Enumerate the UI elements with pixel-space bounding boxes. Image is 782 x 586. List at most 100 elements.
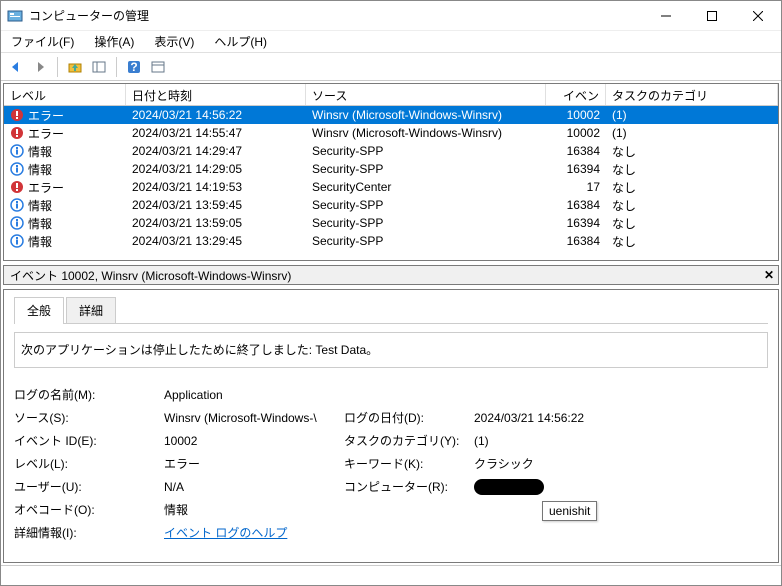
window-title: コンピューターの管理 bbox=[29, 7, 643, 24]
minimize-button[interactable] bbox=[643, 1, 689, 31]
toolbar-separator bbox=[116, 57, 117, 77]
tab-general[interactable]: 全般 bbox=[14, 297, 64, 324]
label-keywords: キーワード(K): bbox=[344, 455, 474, 472]
toolbar-separator bbox=[57, 57, 58, 77]
source-cell: Security-SPP bbox=[306, 234, 546, 248]
id-cell: 10002 bbox=[546, 108, 606, 122]
grid-body[interactable]: エラー 2024/03/21 14:56:22Winsrv (Microsoft-… bbox=[4, 106, 778, 260]
value-keywords: クラシック bbox=[474, 455, 644, 472]
level-text: 情報 bbox=[28, 215, 52, 232]
category-cell: なし bbox=[606, 233, 778, 250]
date-cell: 2024/03/21 14:56:22 bbox=[126, 108, 306, 122]
up-folder-icon[interactable] bbox=[66, 58, 84, 76]
titlebar: コンピューターの管理 bbox=[1, 1, 781, 31]
header-id[interactable]: イベント ID bbox=[546, 84, 606, 105]
id-cell: 16394 bbox=[546, 216, 606, 230]
category-cell: なし bbox=[606, 215, 778, 232]
menu-view[interactable]: 表示(V) bbox=[150, 31, 198, 52]
error-icon bbox=[10, 108, 24, 122]
error-icon bbox=[10, 180, 24, 194]
info-icon bbox=[10, 216, 24, 230]
value-computer bbox=[474, 479, 644, 495]
source-cell: Security-SPP bbox=[306, 216, 546, 230]
info-icon bbox=[10, 234, 24, 248]
level-text: エラー bbox=[28, 107, 64, 124]
value-eventid: 10002 bbox=[164, 434, 344, 448]
close-button[interactable] bbox=[735, 1, 781, 31]
category-cell: なし bbox=[606, 179, 778, 196]
table-row[interactable]: 情報2024/03/21 13:59:45Security-SPP16384なし bbox=[4, 196, 778, 214]
table-row[interactable]: エラー2024/03/21 14:19:53SecurityCenter17なし bbox=[4, 178, 778, 196]
info-icon bbox=[10, 198, 24, 212]
table-row[interactable]: 情報 2024/03/21 14:29:05Security-SPP16394なし bbox=[4, 160, 778, 178]
value-logname: Application bbox=[164, 388, 644, 402]
level-text: 情報 bbox=[28, 197, 52, 214]
source-cell: Winsrv (Microsoft-Windows-Winsrv) bbox=[306, 108, 546, 122]
error-icon bbox=[10, 126, 24, 140]
help-icon[interactable]: ? bbox=[125, 58, 143, 76]
info-icon bbox=[10, 162, 24, 176]
menubar: ファイル(F) 操作(A) 表示(V) ヘルプ(H) bbox=[1, 31, 781, 53]
back-icon[interactable] bbox=[7, 58, 25, 76]
value-date: 2024/03/21 14:56:22 bbox=[474, 411, 644, 425]
menu-help[interactable]: ヘルプ(H) bbox=[210, 31, 271, 52]
app-icon bbox=[7, 8, 23, 24]
table-row[interactable]: エラー2024/03/21 14:55:47Winsrv (Microsoft-… bbox=[4, 124, 778, 142]
level-text: 情報 bbox=[28, 143, 52, 160]
table-row[interactable]: 情報 2024/03/21 13:29:45Security-SPP16384なし bbox=[4, 232, 778, 250]
date-cell: 2024/03/21 14:19:53 bbox=[126, 180, 306, 194]
table-row[interactable]: 情報 2024/03/21 14:29:47Security-SPP16384なし bbox=[4, 142, 778, 160]
id-cell: 10002 bbox=[546, 126, 606, 140]
content-area: レベル 日付と時刻 ソース イベント ID タスクのカテゴリ エラー 2024/0… bbox=[1, 81, 781, 565]
event-log-help-link[interactable]: イベント ログのヘルプ bbox=[164, 526, 287, 540]
show-hide-tree-icon[interactable] bbox=[90, 58, 108, 76]
level-text: 情報 bbox=[28, 161, 52, 178]
header-level[interactable]: レベル bbox=[4, 84, 126, 105]
info-icon bbox=[10, 144, 24, 158]
header-source[interactable]: ソース bbox=[306, 84, 546, 105]
menu-file[interactable]: ファイル(F) bbox=[7, 31, 78, 52]
header-category[interactable]: タスクのカテゴリ bbox=[606, 84, 778, 105]
category-cell: なし bbox=[606, 143, 778, 160]
id-cell: 16384 bbox=[546, 198, 606, 212]
label-moreinfo: 詳細情報(I): bbox=[14, 524, 164, 541]
detail-header-bar: イベント 10002, Winsrv (Microsoft-Windows-Wi… bbox=[3, 265, 779, 285]
date-cell: 2024/03/21 13:29:45 bbox=[126, 234, 306, 248]
date-cell: 2024/03/21 14:29:47 bbox=[126, 144, 306, 158]
value-source: Winsrv (Microsoft-Windows-\ bbox=[164, 411, 344, 425]
table-row[interactable]: 情報2024/03/21 13:59:05Security-SPP16394なし bbox=[4, 214, 778, 232]
value-taskcat: (1) bbox=[474, 434, 644, 448]
level-text: エラー bbox=[28, 125, 64, 142]
source-cell: Security-SPP bbox=[306, 162, 546, 176]
source-cell: Security-SPP bbox=[306, 144, 546, 158]
level-text: エラー bbox=[28, 179, 64, 196]
label-date: ログの日付(D): bbox=[344, 409, 474, 426]
table-row[interactable]: エラー 2024/03/21 14:56:22Winsrv (Microsoft-… bbox=[4, 106, 778, 124]
label-source: ソース(S): bbox=[14, 409, 164, 426]
id-cell: 17 bbox=[546, 180, 606, 194]
event-description: 次のアプリケーションは停止したために終了しました: Test Data。 bbox=[14, 332, 768, 368]
category-cell: (1) bbox=[606, 108, 778, 122]
id-cell: 16384 bbox=[546, 234, 606, 248]
date-cell: 2024/03/21 14:29:05 bbox=[126, 162, 306, 176]
value-user: N/A bbox=[164, 480, 344, 494]
id-cell: 16394 bbox=[546, 162, 606, 176]
detail-pane: 全般 詳細 次のアプリケーションは停止したために終了しました: Test Dat… bbox=[3, 289, 779, 563]
level-text: 情報 bbox=[28, 233, 52, 250]
forward-icon[interactable] bbox=[31, 58, 49, 76]
toolbar: ? bbox=[1, 53, 781, 81]
header-date[interactable]: 日付と時刻 bbox=[126, 84, 306, 105]
category-cell: なし bbox=[606, 197, 778, 214]
id-cell: 16384 bbox=[546, 144, 606, 158]
close-detail-icon[interactable]: ✕ bbox=[764, 268, 774, 282]
date-cell: 2024/03/21 13:59:45 bbox=[126, 198, 306, 212]
redacted-computer-name bbox=[474, 479, 544, 495]
category-cell: なし bbox=[606, 161, 778, 178]
value-level: エラー bbox=[164, 455, 344, 472]
maximize-button[interactable] bbox=[689, 1, 735, 31]
label-logname: ログの名前(M): bbox=[14, 386, 164, 403]
date-cell: 2024/03/21 14:55:47 bbox=[126, 126, 306, 140]
tab-details[interactable]: 詳細 bbox=[66, 297, 116, 324]
menu-action[interactable]: 操作(A) bbox=[90, 31, 138, 52]
properties-icon[interactable] bbox=[149, 58, 167, 76]
